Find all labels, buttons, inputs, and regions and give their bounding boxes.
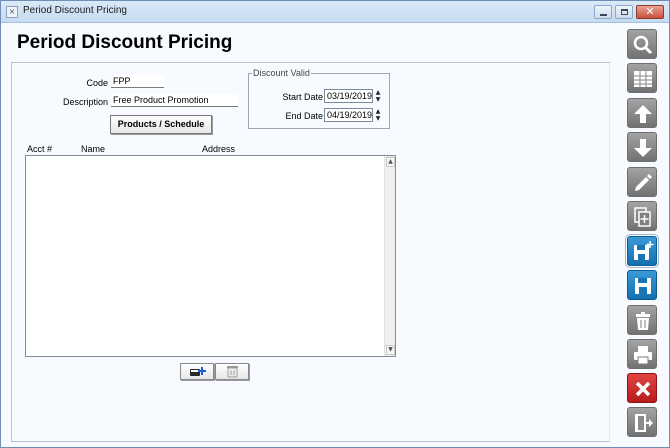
column-header-name[interactable]: Name [81,144,105,154]
scroll-up-icon[interactable]: ▲ [386,157,395,167]
move-up-button[interactable] [627,98,657,128]
print-icon [634,346,652,365]
spin-down-icon[interactable]: ▼ [374,96,382,103]
grid-icon [634,71,652,87]
description-field[interactable]: Free Product Promotion [111,94,238,107]
exit-button[interactable] [627,407,657,437]
close-window-button[interactable]: ✕ [636,5,664,19]
title-bar: × Period Discount Pricing ✕ [1,1,669,23]
add-account-button[interactable] [180,363,214,380]
trash-icon [636,312,650,330]
grid-view-button[interactable] [627,63,657,93]
scroll-down-icon[interactable]: ▼ [386,345,395,355]
start-date-label: Start Date [282,92,323,102]
description-label: Description [62,97,108,107]
code-field[interactable]: FPP [111,75,164,88]
start-date-spinner[interactable]: ▲ ▼ [374,89,382,103]
save-new-icon [634,241,654,260]
add-account-icon [190,367,206,376]
end-date-label: End Date [285,111,323,121]
delete-button[interactable] [627,305,657,335]
arrow-down-icon [634,139,652,157]
edit-button[interactable] [627,167,657,197]
discount-valid-legend: Discount Valid [252,68,311,78]
save-icon [635,278,651,294]
delete-account-button[interactable] [215,363,249,380]
spin-up-icon[interactable]: ▲ [374,108,382,115]
move-down-button[interactable] [627,132,657,162]
cancel-button[interactable] [627,373,657,403]
end-date-field[interactable]: 04/19/2019 [324,108,373,122]
panel-divider [609,63,610,441]
code-label: Code [86,78,108,88]
search-icon [633,35,653,55]
minimize-button[interactable] [594,5,612,19]
end-date-spinner[interactable]: ▲ ▼ [374,108,382,122]
save-button[interactable] [627,270,657,300]
delete-account-icon [227,366,238,378]
page-title: Period Discount Pricing [17,32,233,53]
accounts-list[interactable]: ▲ ▼ [25,155,396,357]
maximize-icon [621,9,628,15]
copy-add-icon [634,207,651,227]
app-window: × Period Discount Pricing ✕ Period Disco… [0,0,670,448]
maximize-button[interactable] [615,5,633,19]
print-button[interactable] [627,339,657,369]
cancel-icon [635,381,651,397]
column-header-acct[interactable]: Acct # [27,144,52,154]
copy-add-button[interactable] [627,201,657,231]
spin-down-icon[interactable]: ▼ [374,115,382,122]
search-button[interactable] [627,29,657,59]
list-scrollbar[interactable]: ▲ ▼ [384,156,395,356]
exit-icon [635,414,653,432]
minimize-icon [600,14,607,16]
close-icon: ✕ [645,5,655,18]
start-date-field[interactable]: 03/19/2019 [324,89,373,103]
arrow-up-icon [634,105,652,123]
app-icon[interactable]: × [6,6,18,18]
edit-pencil-icon [635,174,652,191]
save-new-button[interactable] [627,236,657,266]
window-title: Period Discount Pricing [23,5,127,16]
spin-up-icon[interactable]: ▲ [374,89,382,96]
column-header-address[interactable]: Address [202,144,235,154]
products-schedule-button[interactable]: Products / Schedule [110,115,212,134]
